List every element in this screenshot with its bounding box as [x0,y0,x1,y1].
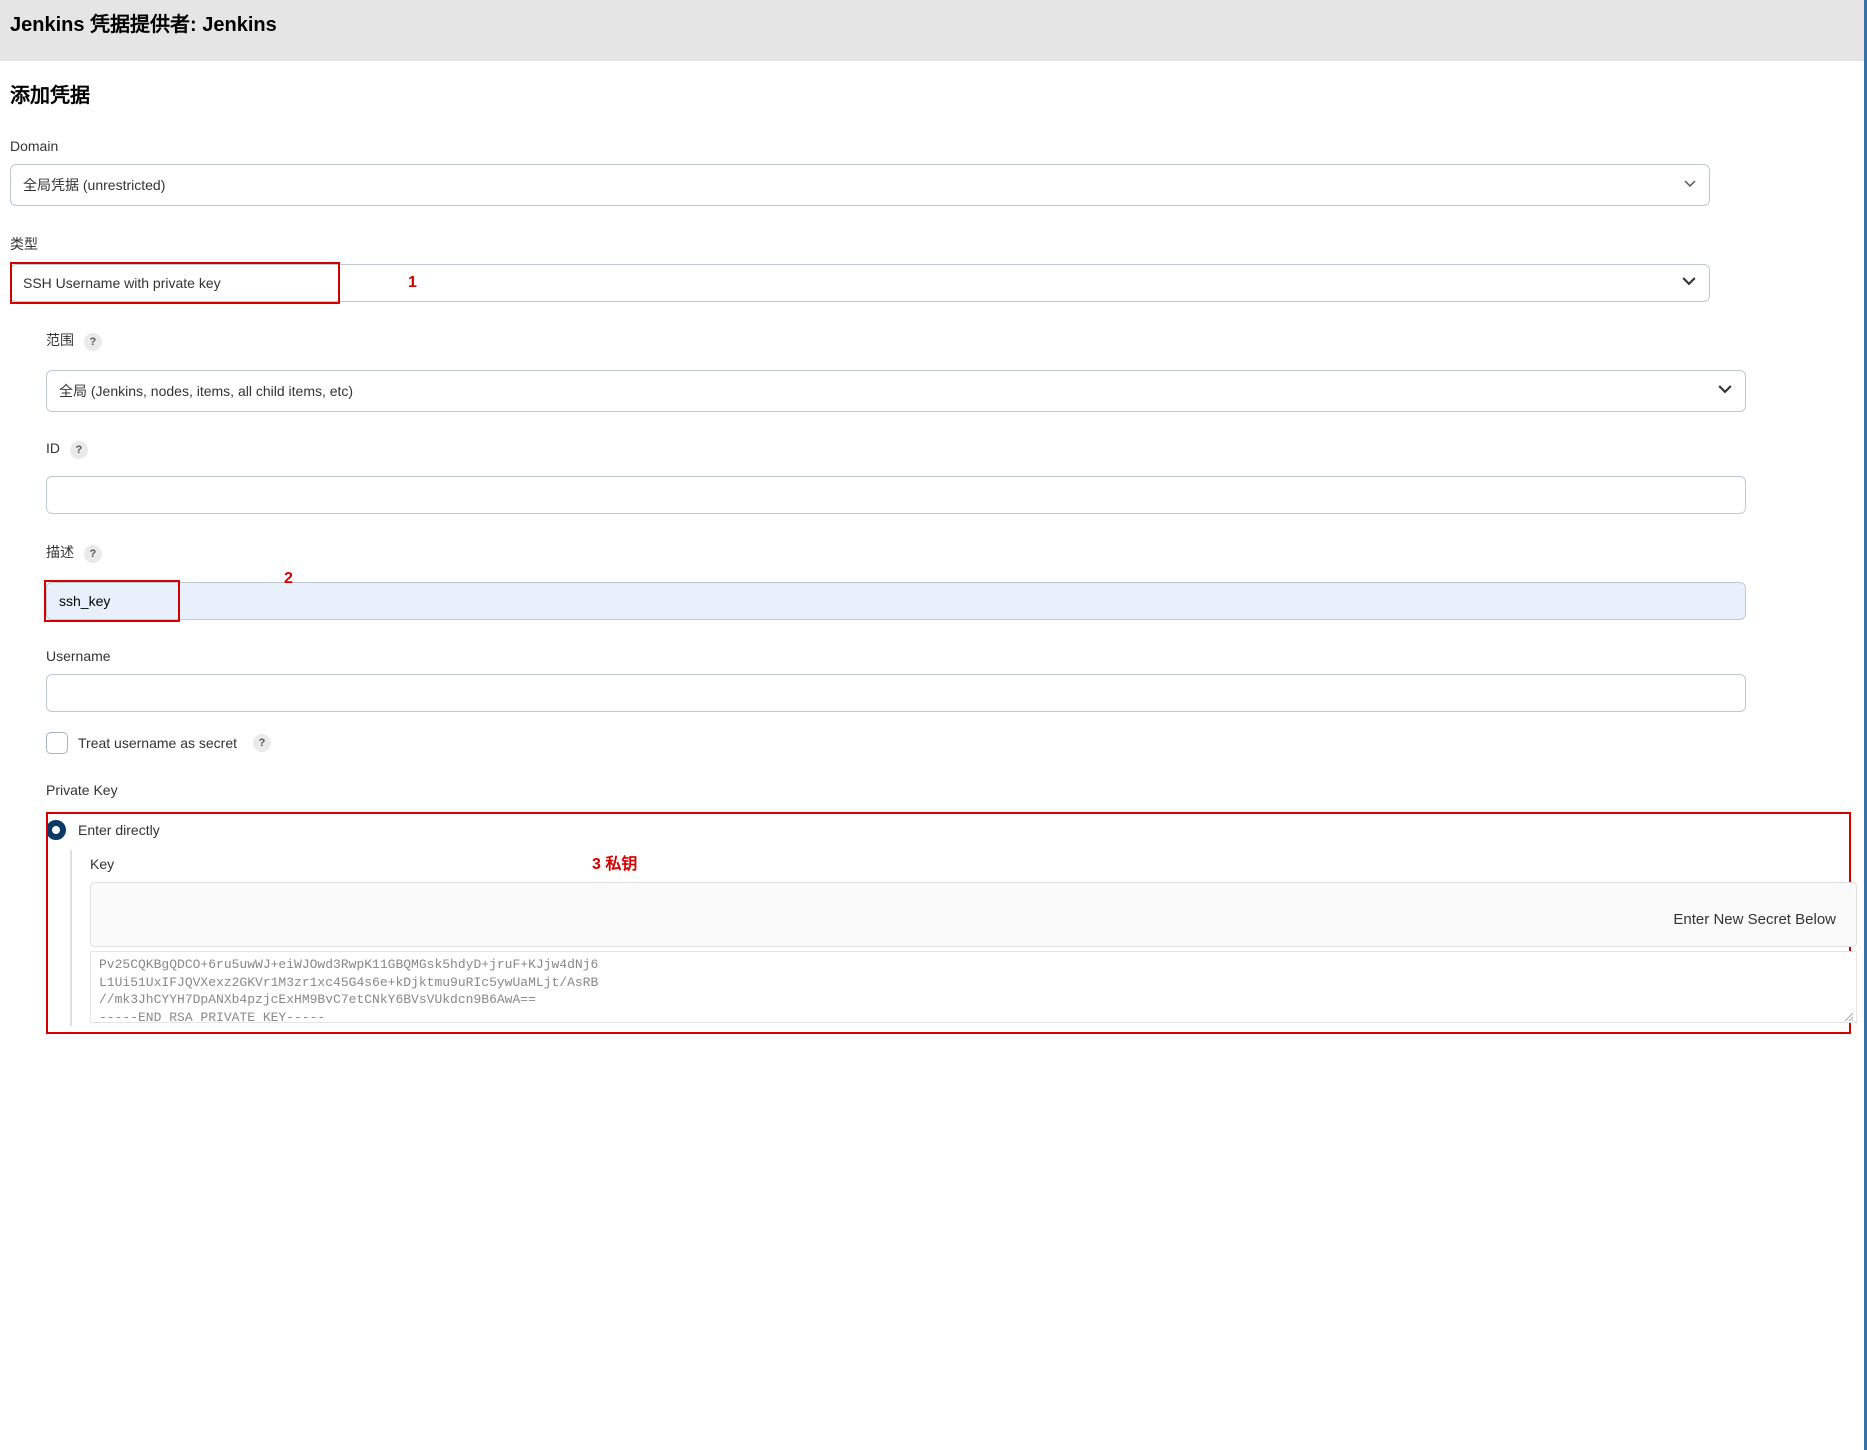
username-label: Username [46,648,111,664]
header-bar: Jenkins 凭据提供者: Jenkins [0,0,1867,61]
scope-label: 范围 [46,330,74,350]
username-group: Username [46,648,1746,712]
type-label: 类型 [10,234,38,254]
help-icon[interactable]: ? [84,545,102,563]
secret-prompt-text: Enter New Secret Below [1673,911,1836,928]
type-group: 类型 SSH Username with private key 1 [10,234,1710,302]
treat-secret-checkbox[interactable] [46,732,68,754]
help-icon[interactable]: ? [253,734,271,752]
treat-secret-label: Treat username as secret [78,735,237,751]
domain-select[interactable]: 全局凭据 (unrestricted) [10,164,1710,206]
description-group: 描述 ? 2 [46,542,1746,620]
secret-prompt-box: Enter New Secret Below [90,882,1857,947]
description-input[interactable] [46,582,1746,620]
scope-select[interactable]: 全局 (Jenkins, nodes, items, all child ite… [46,370,1746,412]
domain-label: Domain [10,138,58,154]
description-label: 描述 [46,542,74,562]
treat-secret-row: Treat username as secret ? [46,732,1857,754]
scope-group: 范围 ? 全局 (Jenkins, nodes, items, all chil… [46,330,1746,412]
key-label: Key [90,856,1857,872]
private-key-label: Private Key [46,782,118,798]
id-input[interactable] [46,476,1746,514]
enter-directly-label: Enter directly [78,822,160,838]
type-select[interactable]: SSH Username with private key [10,264,1710,302]
id-group: ID ? [46,440,1746,514]
private-key-header: Private Key [46,782,1857,808]
domain-group: Domain 全局凭据 (unrestricted) [10,138,1710,206]
id-label: ID [46,440,60,456]
page-title: Jenkins 凭据提供者: Jenkins [10,8,1857,37]
username-input[interactable] [46,674,1746,712]
private-key-section: Enter directly Key 3 私钥 Enter New Secret… [46,816,1857,1034]
help-icon[interactable]: ? [70,441,88,459]
key-subsection: Key 3 私钥 Enter New Secret Below [70,850,1857,1026]
enter-directly-radio[interactable] [46,820,66,840]
help-icon[interactable]: ? [84,333,102,351]
enter-directly-row: Enter directly [46,816,1857,840]
section-title: 添加凭据 [10,79,1857,108]
key-textarea[interactable] [90,951,1857,1023]
